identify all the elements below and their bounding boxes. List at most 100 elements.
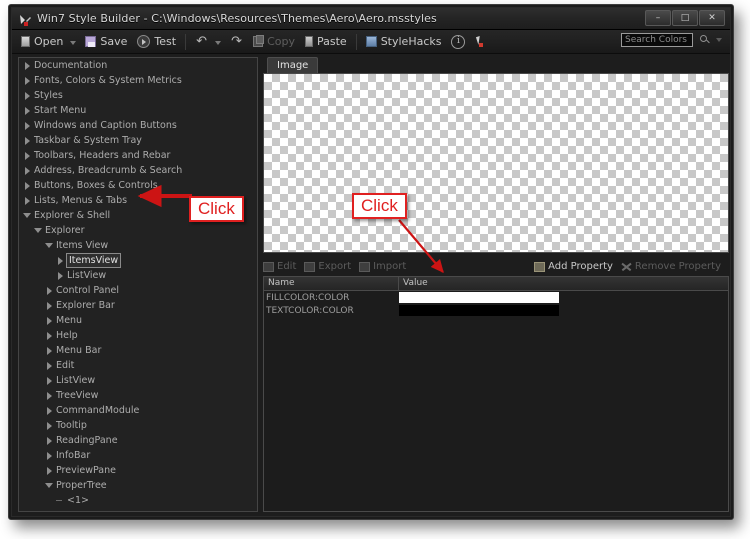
add-property-label: Add Property [548,261,613,272]
tree-item-windows-and-caption-buttons[interactable]: Windows and Caption Buttons [19,118,257,133]
expand-arrow-closed-icon[interactable] [45,466,54,475]
tree-item-taskbar-system-tray[interactable]: Taskbar & System Tray [19,133,257,148]
property-grid[interactable]: Name Value FILLCOLOR:COLOR TEXTCOLOR:COLO… [263,276,729,512]
image-preview-pane[interactable] [263,73,729,253]
expand-arrow-closed-icon[interactable] [45,406,54,415]
expand-arrow-closed-icon[interactable] [45,421,54,430]
expand-arrow-open-icon[interactable] [45,481,54,490]
theme-tree-panel[interactable]: Documentation Fonts, Colors & System Metr… [18,57,258,512]
cursor-tool-button[interactable] [470,32,492,52]
tree-item-menu-bar[interactable]: Menu Bar [19,343,257,358]
expand-arrow-closed-icon[interactable] [23,91,32,100]
tree-item-propertree[interactable]: ProperTree [19,478,257,493]
paste-button[interactable]: Paste [300,32,352,52]
tree-item-treeview[interactable]: TreeView [19,388,257,403]
property-row[interactable]: FILLCOLOR:COLOR [264,291,728,304]
expand-arrow-closed-icon[interactable] [45,286,54,295]
stylehacks-button[interactable]: StyleHacks [361,32,447,52]
expand-arrow-open-icon[interactable] [34,226,43,235]
tree-item-explorer-bar[interactable]: Explorer Bar [19,298,257,313]
tree-item-label: ProperTree [56,480,107,491]
open-dropdown-chevron-icon[interactable] [70,40,77,45]
expand-arrow-closed-icon[interactable] [45,436,54,445]
tree-item-previewpane[interactable]: PreviewPane [19,463,257,478]
close-button[interactable]: ✕ [699,10,725,26]
info-button[interactable]: i [446,32,470,52]
remove-property-button[interactable]: Remove Property [621,261,721,272]
tree-item-styles[interactable]: Styles [19,88,257,103]
tree-item-toolbars-headers-and-rebar[interactable]: Toolbars, Headers and Rebar [19,148,257,163]
expand-arrow-closed-icon[interactable] [45,451,54,460]
expand-arrow-closed-icon[interactable] [23,151,32,160]
expand-arrow-closed-icon[interactable] [45,301,54,310]
tree-item-1[interactable]: <1> [19,493,257,508]
app-icon [18,12,32,26]
expand-arrow-closed-icon[interactable] [45,391,54,400]
tree-item-fonts-colors-system-metrics[interactable]: Fonts, Colors & System Metrics [19,73,257,88]
tree-item-menu[interactable]: Menu [19,313,257,328]
expand-arrow-closed-icon[interactable] [45,361,54,370]
minimize-button[interactable]: – [645,10,671,26]
tree-item-label: Start Menu [34,105,87,116]
expand-arrow-closed-icon[interactable] [23,61,32,70]
property-row[interactable]: TEXTCOLOR:COLOR [264,304,728,317]
expand-arrow-closed-icon[interactable] [23,136,32,145]
tree-item-documentation[interactable]: Documentation [19,58,257,73]
tree-item-commandmodule[interactable]: CommandModule [19,403,257,418]
expand-arrow-closed-icon[interactable] [23,166,32,175]
expand-arrow-closed-icon[interactable] [23,196,32,205]
tree-item-buttons-boxes-controls[interactable]: Buttons, Boxes & Controls [19,178,257,193]
expand-arrow-closed-icon[interactable] [45,316,54,325]
redo-button[interactable]: ↶ [225,32,248,52]
expand-arrow-open-icon[interactable] [23,211,32,220]
expand-arrow-closed-icon[interactable] [45,376,54,385]
expand-arrow-closed-icon[interactable] [23,121,32,130]
tree-item-help[interactable]: Help [19,328,257,343]
open-button[interactable]: Open [16,32,68,52]
property-color-swatch[interactable] [399,305,559,316]
maximize-button[interactable]: □ [672,10,698,26]
edit-icon [263,261,274,272]
import-button[interactable]: Import [359,261,406,272]
undo-dropdown-chevron-icon[interactable] [215,40,222,45]
tree-item-items-view[interactable]: Items View [19,238,257,253]
edit-button[interactable]: Edit [263,261,296,272]
tree-item-infobar[interactable]: InfoBar [19,448,257,463]
theme-tree: Documentation Fonts, Colors & System Metr… [19,58,257,511]
tree-item-label: Windows and Caption Buttons [34,120,177,131]
tree-item-tooltip[interactable]: Tooltip [19,418,257,433]
expand-arrow-closed-icon[interactable] [23,76,32,85]
search-icon[interactable] [699,34,711,46]
play-icon [137,35,151,48]
expand-arrow-closed-icon[interactable] [45,346,54,355]
expand-arrow-closed-icon[interactable] [23,181,32,190]
tree-item-listview[interactable]: ListView [19,373,257,388]
property-color-swatch[interactable] [399,292,559,303]
expand-arrow-open-icon[interactable] [45,241,54,250]
test-button[interactable]: Test [132,32,181,52]
undo-button[interactable]: ↶ [190,32,213,52]
tree-item-address-breadcrumb-search[interactable]: Address, Breadcrumb & Search [19,163,257,178]
save-button[interactable]: Save [80,32,132,52]
tree-item-explorer[interactable]: Explorer [19,223,257,238]
tree-item-readingpane[interactable]: ReadingPane [19,433,257,448]
copy-button[interactable]: Copy [248,32,300,52]
search-input[interactable]: Search Colors [621,33,693,47]
tree-item-label: Explorer & Shell [34,210,111,221]
tree-item-listview[interactable]: ListView [19,268,257,283]
tree-item-start-menu[interactable]: Start Menu [19,103,257,118]
export-button[interactable]: Export [304,261,351,272]
tree-item-itemsview[interactable]: ItemsView [19,253,257,268]
tab-image[interactable]: Image [267,57,319,73]
expand-arrow-closed-icon[interactable] [45,331,54,340]
property-toolbar: Edit Export Import Add Property Remove P… [263,258,729,275]
tree-item-2[interactable]: <2> [19,508,257,511]
tree-item-edit[interactable]: Edit [19,358,257,373]
tree-item-control-panel[interactable]: Control Panel [19,283,257,298]
expand-arrow-closed-icon[interactable] [56,256,65,265]
add-property-button[interactable]: Add Property [534,261,613,272]
search-dropdown-chevron-icon[interactable] [716,38,722,42]
expand-arrow-closed-icon[interactable] [56,271,65,280]
tree-item-label: Control Panel [56,285,119,296]
expand-arrow-closed-icon[interactable] [23,106,32,115]
